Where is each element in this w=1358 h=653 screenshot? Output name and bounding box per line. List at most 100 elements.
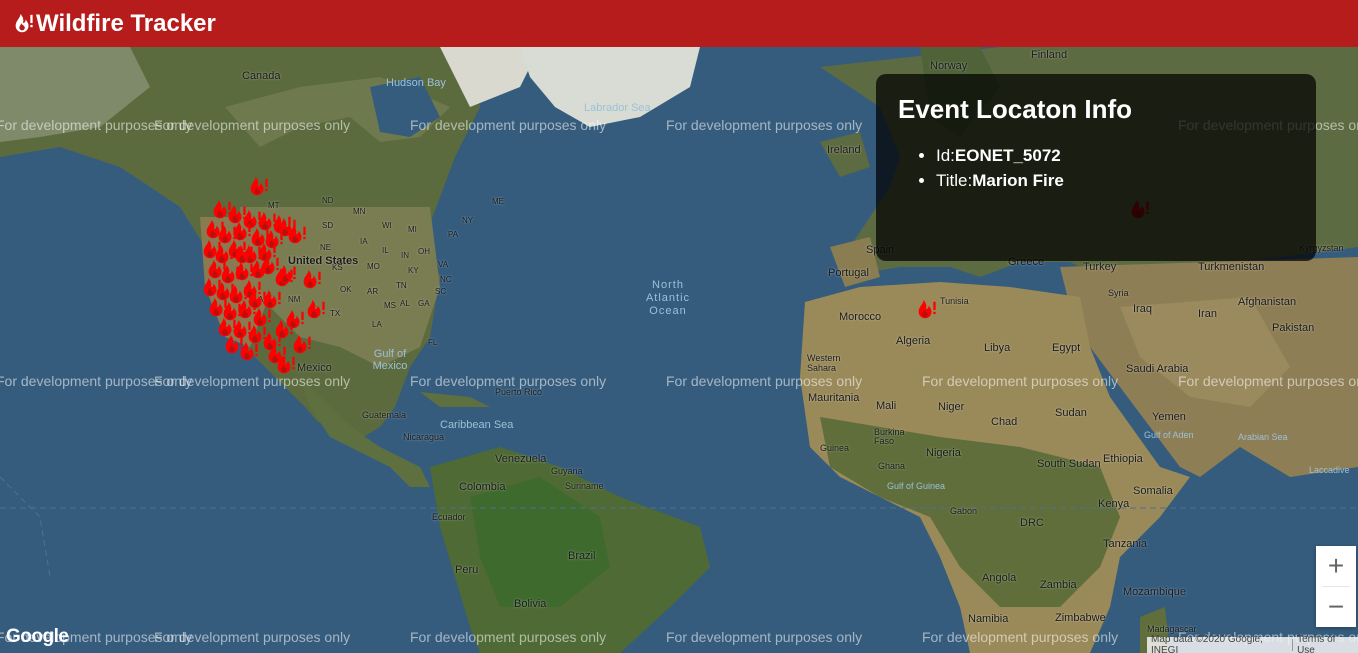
label-mali: Mali (876, 400, 897, 412)
label-state-mo: MO (367, 262, 380, 271)
watermark-r3-c4: For development purposes only (666, 629, 863, 645)
label-angola: Angola (982, 572, 1017, 584)
watermark-r3-c3: For development purposes only (410, 629, 607, 645)
label-colombia: Colombia (459, 481, 506, 493)
label-gulf-of-aden: Gulf of Aden (1144, 430, 1194, 440)
label-nicaragua: Nicaragua (403, 432, 445, 442)
label-norway: Norway (930, 60, 968, 72)
fire-marker-icon[interactable] (275, 262, 297, 288)
label-laccadive: Laccadive (1309, 465, 1350, 475)
label-mauritania: Mauritania (808, 392, 860, 404)
label-state-fl: FL (428, 338, 438, 347)
terms-of-use-link[interactable]: Terms of Use (1293, 634, 1358, 653)
label-state-ky: KY (408, 266, 419, 275)
label-finland: Finland (1031, 49, 1068, 61)
label-canada: Canada (242, 70, 281, 82)
watermark-r2-c6: For development purposes only (1178, 373, 1358, 389)
label-state-nd: ND (322, 196, 334, 205)
label-kenya: Kenya (1098, 498, 1130, 510)
label-gulf-of-guinea: Gulf of Guinea (887, 481, 946, 491)
fire-marker-icon[interactable] (304, 297, 326, 323)
label-state-ok: OK (340, 285, 352, 294)
label-ecuador: Ecuador (432, 512, 466, 522)
label-hudson-bay: Hudson Bay (386, 77, 446, 89)
google-logo[interactable]: Google (6, 626, 69, 648)
label-gabon: Gabon (950, 506, 978, 516)
watermark-r2-c2: For development purposes only (154, 373, 351, 389)
fire-marker-icon[interactable] (283, 307, 305, 333)
label-niger: Niger (938, 401, 965, 413)
zoom-in-button[interactable]: + (1316, 546, 1356, 586)
info-title-value: Marion Fire (972, 171, 1064, 190)
label-state-pa: PA (448, 230, 459, 239)
label-guinea: Guinea (820, 443, 850, 453)
fire-marker-icon[interactable] (232, 242, 254, 268)
label-state-sd: SD (322, 221, 334, 230)
watermark-r3-c2: For development purposes only (154, 629, 351, 645)
attribution-text: Map data ©2020 Google, INEGI (1151, 634, 1263, 653)
label-guyana: Guyana (551, 466, 583, 476)
label-ghana: Ghana (878, 461, 906, 471)
label-algeria: Algeria (896, 335, 931, 347)
label-somalia: Somalia (1133, 485, 1173, 497)
label-state-ar: AR (367, 287, 379, 296)
info-id-label: Id: (936, 146, 955, 165)
label-state-ks: KS (332, 263, 343, 272)
watermark-r3-c5: For development purposes only (922, 629, 1119, 645)
event-location-info: Event Locaton Info Id:EONET_5072 Title:M… (876, 74, 1316, 261)
label-state-tx: TX (330, 309, 341, 318)
label-state-ny: NY (462, 216, 474, 225)
watermark-r2-c3: For development purposes only (410, 373, 607, 389)
fire-marker-icon[interactable] (245, 287, 267, 313)
label-afghanistan: Afghanistan (1238, 296, 1297, 308)
fire-marker-icon[interactable] (285, 222, 307, 248)
map[interactable]: Canada Hudson Bay Labrador Sea United St… (0, 47, 1358, 653)
fire-marker-icon[interactable] (915, 297, 937, 323)
zoom-controls: + − (1316, 546, 1356, 627)
label-peru: Peru (455, 564, 479, 576)
label-state-ga: GA (418, 299, 430, 308)
fire-marker-icon[interactable] (290, 332, 312, 358)
label-state-la: LA (372, 320, 382, 329)
label-nigeria: Nigeria (926, 447, 961, 459)
app-header: Wildfire Tracker (0, 0, 1358, 47)
label-drc: DRC (1020, 517, 1044, 529)
label-state-mi: MI (408, 225, 417, 234)
label-tanzania: Tanzania (1103, 538, 1148, 550)
fire-marker-icon[interactable] (300, 267, 322, 293)
label-united-states: United States (288, 255, 359, 267)
label-pakistan: Pakistan (1272, 322, 1315, 334)
label-state-al: AL (400, 299, 410, 308)
info-title-item: Title:Marion Fire (936, 168, 1294, 193)
app-title: Wildfire Tracker (36, 9, 216, 37)
label-state-ia: IA (360, 237, 368, 246)
label-syria: Syria (1108, 288, 1129, 298)
label-libya: Libya (984, 342, 1011, 354)
label-state-ne: NE (320, 243, 332, 252)
label-burkina-faso: Burkina Faso (874, 427, 905, 446)
label-state-oh: OH (418, 247, 430, 256)
label-state-me: ME (492, 197, 504, 206)
label-zimbabwe: Zimbabwe (1055, 612, 1106, 624)
label-yemen: Yemen (1152, 411, 1186, 423)
label-state-nm: NM (288, 295, 301, 304)
label-iraq: Iraq (1133, 303, 1152, 315)
info-title: Event Locaton Info (898, 94, 1132, 124)
label-turkmenistan: Turkmenistan (1198, 261, 1265, 273)
watermark-r2-c5: For development purposes only (922, 373, 1119, 389)
label-bolivia: Bolivia (514, 598, 547, 610)
watermark-r2-c4: For development purposes only (666, 373, 863, 389)
info-list: Id:EONET_5072 Title:Marion Fire (898, 143, 1294, 193)
zoom-out-button[interactable]: − (1316, 587, 1356, 627)
label-ethiopia: Ethiopia (1103, 453, 1143, 465)
watermark-r1-c3: For development purposes only (410, 117, 607, 133)
label-mozambique: Mozambique (1123, 586, 1186, 598)
watermark-r1-c2: For development purposes only (154, 117, 351, 133)
fire-alert-icon (15, 13, 33, 32)
fire-marker-icon[interactable] (237, 339, 259, 365)
label-brazil: Brazil (568, 550, 596, 562)
fire-marker-icon[interactable] (247, 174, 269, 200)
label-state-in: IN (401, 251, 409, 260)
label-state-mn: MN (353, 207, 366, 216)
label-portugal: Portugal (828, 267, 869, 279)
